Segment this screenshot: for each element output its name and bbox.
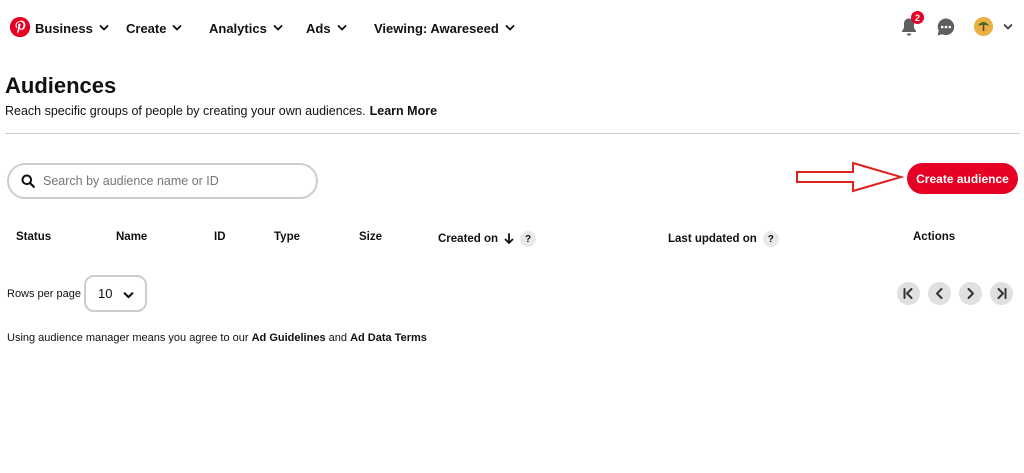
- page-subtitle: Reach specific groups of people by creat…: [5, 104, 437, 118]
- terms-note: Using audience manager means you agree t…: [7, 332, 427, 344]
- column-status-label: Status: [16, 231, 52, 243]
- nav-viewing-label: Viewing: Awareseed: [374, 20, 499, 36]
- column-header-size[interactable]: Size: [359, 231, 382, 243]
- notification-count-badge: 2: [911, 11, 924, 24]
- search-box[interactable]: [7, 163, 318, 199]
- column-created-label: Created on: [438, 233, 499, 245]
- help-icon[interactable]: ?: [762, 231, 779, 247]
- ad-guidelines-link[interactable]: Ad Guidelines: [252, 332, 326, 344]
- column-header-last-updated[interactable]: Last updated on ?: [668, 231, 779, 247]
- annotation-arrow-icon: [796, 161, 905, 193]
- messages-icon: [937, 18, 955, 36]
- account-chevron-down-icon[interactable]: [1003, 22, 1013, 32]
- nav-create[interactable]: Create: [126, 18, 182, 38]
- header-divider: [5, 133, 1020, 134]
- next-page-button[interactable]: [959, 282, 982, 305]
- top-navigation: Business Create Analytics Ads Viewing: A…: [0, 0, 1024, 54]
- create-audience-button[interactable]: Create audience: [907, 163, 1018, 194]
- nav-business[interactable]: Business: [35, 18, 109, 38]
- nav-ads-label: Ads: [306, 20, 331, 36]
- first-page-icon: [903, 288, 913, 299]
- page-title: Audiences: [5, 73, 117, 98]
- previous-page-button[interactable]: [928, 282, 951, 305]
- first-page-button[interactable]: [897, 282, 920, 305]
- chevron-down-icon: [173, 25, 182, 31]
- last-page-icon: [997, 288, 1007, 299]
- last-page-button[interactable]: [990, 282, 1013, 305]
- nav-analytics[interactable]: Analytics: [209, 18, 283, 38]
- sort-down-arrow-icon[interactable]: [504, 233, 514, 245]
- column-id-label: ID: [214, 231, 226, 243]
- learn-more-link[interactable]: Learn More: [370, 104, 437, 118]
- column-header-created-on[interactable]: Created on ?: [438, 231, 537, 247]
- pinterest-logo[interactable]: [10, 17, 30, 37]
- column-header-id[interactable]: ID: [214, 231, 226, 243]
- chevron-down-icon: [99, 25, 109, 31]
- avatar[interactable]: [974, 17, 993, 36]
- column-actions-label: Actions: [913, 231, 956, 243]
- column-header-actions: Actions: [913, 231, 955, 243]
- nav-create-label: Create: [126, 20, 167, 36]
- subtitle-text: Reach specific groups of people by creat…: [5, 104, 366, 118]
- column-size-label: Size: [359, 231, 383, 243]
- nav-viewing-account[interactable]: Viewing: Awareseed: [374, 18, 515, 38]
- nav-analytics-label: Analytics: [209, 20, 267, 36]
- terms-and: and: [328, 332, 347, 344]
- terms-prefix: Using audience manager means you agree t…: [7, 332, 249, 344]
- search-icon: [21, 174, 35, 188]
- column-header-type[interactable]: Type: [274, 231, 300, 243]
- column-header-status[interactable]: Status: [16, 231, 51, 243]
- chevron-left-icon: [936, 288, 943, 299]
- nav-business-label: Business: [35, 20, 93, 36]
- search-input[interactable]: [43, 174, 303, 188]
- column-header-name[interactable]: Name: [116, 231, 147, 243]
- chevron-down-icon: [505, 25, 515, 31]
- help-icon[interactable]: ?: [520, 231, 537, 247]
- nav-ads[interactable]: Ads: [306, 18, 347, 38]
- chevron-down-icon: [337, 25, 346, 31]
- chevron-right-icon: [967, 288, 974, 299]
- column-name-label: Name: [116, 231, 148, 243]
- messages-button[interactable]: [935, 14, 957, 40]
- ad-data-terms-link[interactable]: Ad Data Terms: [350, 332, 427, 344]
- rows-per-page-select[interactable]: 10: [84, 275, 147, 312]
- chevron-down-icon: [273, 25, 283, 31]
- rows-per-page-label: Rows per page: [7, 288, 81, 300]
- rows-per-page-value: 10: [98, 286, 113, 301]
- chevron-down-icon: [123, 292, 134, 299]
- column-type-label: Type: [274, 231, 300, 243]
- column-updated-label: Last updated on: [668, 233, 757, 245]
